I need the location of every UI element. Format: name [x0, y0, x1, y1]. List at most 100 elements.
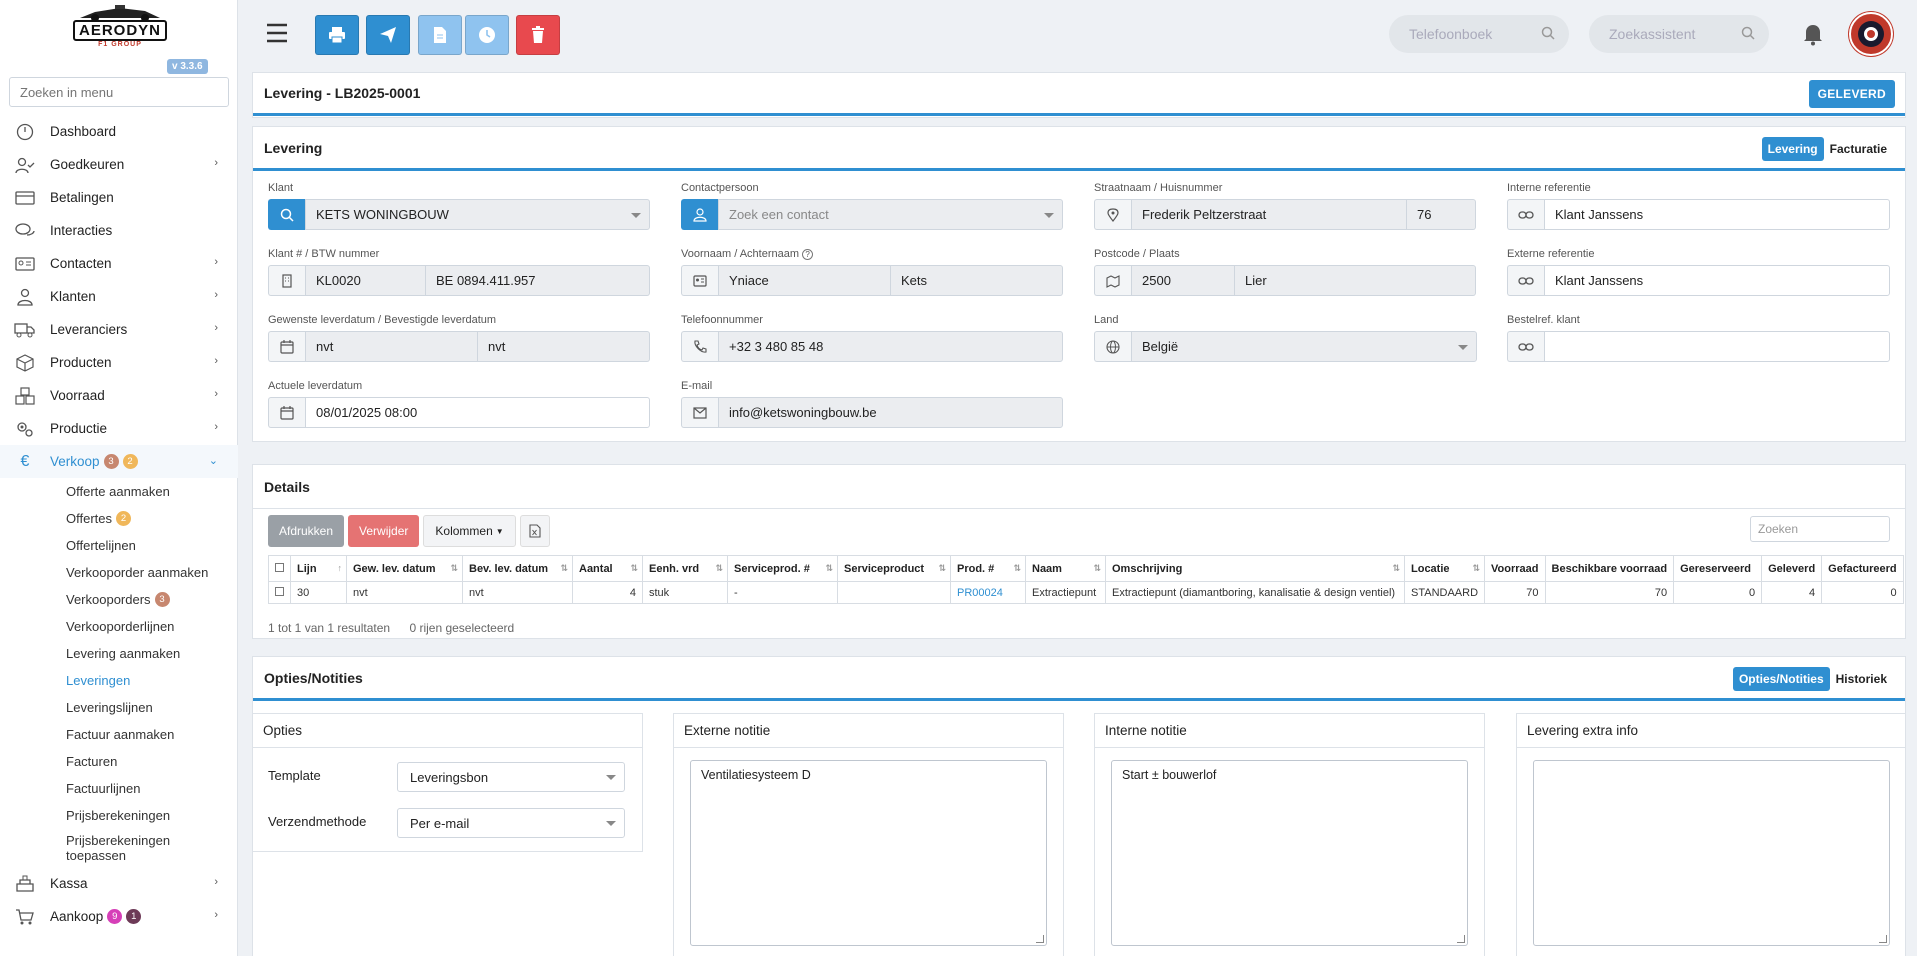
verzendmethode-select[interactable]: Per e-mail: [397, 808, 625, 838]
link-icon: [1507, 199, 1544, 230]
resize-handle-icon[interactable]: [1879, 935, 1887, 943]
submenu-factuur-aanmaken[interactable]: Factuur aanmaken: [66, 721, 238, 748]
document-button[interactable]: [418, 15, 462, 55]
voornaam-input[interactable]: Yniace: [718, 265, 891, 296]
phonebook-search[interactable]: Telefoonboek: [1389, 15, 1569, 53]
submenu-leveringslijnen[interactable]: Leveringslijnen: [66, 694, 238, 721]
submenu-prijsberekeningen-toepassen[interactable]: Prijsberekeningen toepassen: [66, 829, 238, 867]
col-lijn[interactable]: Lijn ↑: [290, 555, 347, 582]
tab-historiek[interactable]: Historiek: [1830, 667, 1893, 691]
submenu-verkooporderlijnen[interactable]: Verkooporderlijnen: [66, 613, 238, 640]
submenu-facturen[interactable]: Facturen: [66, 748, 238, 775]
tab-opties-notities[interactable]: Opties/Notities: [1732, 667, 1830, 691]
email-input[interactable]: info@ketswoningbouw.be: [718, 397, 1063, 428]
print-button[interactable]: [315, 15, 359, 55]
extref-input[interactable]: Klant Janssens: [1544, 265, 1890, 296]
col-voorraad[interactable]: Voorraad: [1484, 555, 1546, 582]
col-aantal[interactable]: Aantal ⇅: [572, 555, 643, 582]
extra-info-textarea[interactable]: [1533, 760, 1890, 946]
user-icon[interactable]: [681, 199, 718, 230]
bell-icon[interactable]: [1802, 22, 1824, 49]
table-search-input[interactable]: Zoeken: [1750, 516, 1890, 542]
plaats-input[interactable]: Lier: [1235, 265, 1476, 296]
col-locatie[interactable]: Locatie ⇅: [1403, 555, 1486, 582]
col-serviceprod-nr[interactable]: Serviceprod. # ⇅: [727, 555, 838, 582]
klantnr-input[interactable]: KL0020: [305, 265, 426, 296]
gewenst-input[interactable]: nvt: [305, 331, 478, 362]
col-gefactureerd[interactable]: Gefactureerd: [1821, 555, 1904, 582]
submenu-verkooporder-aanmaken[interactable]: Verkooporder aanmaken: [66, 559, 238, 586]
achternaam-input[interactable]: Kets: [891, 265, 1063, 296]
submenu-factuurlijnen[interactable]: Factuurlijnen: [66, 775, 238, 802]
sidebar-item-voorraad[interactable]: Voorraad ›: [0, 379, 238, 412]
col-beschikbare-voorraad[interactable]: Beschikbare voorraad: [1544, 555, 1675, 582]
sidebar-item-dashboard[interactable]: Dashboard: [0, 115, 238, 148]
send-button[interactable]: [366, 15, 410, 55]
col-gereserveerd[interactable]: Gereserveerd: [1673, 555, 1763, 582]
help-circle-icon[interactable]: ?: [802, 249, 814, 260]
resize-handle-icon[interactable]: [1457, 935, 1465, 943]
sidebar-item-leveranciers[interactable]: Leveranciers ›: [0, 313, 238, 346]
land-select[interactable]: België: [1131, 331, 1477, 362]
submenu-offertelijnen[interactable]: Offertelijnen: [66, 532, 238, 559]
delete-row-button[interactable]: Verwijder: [348, 515, 420, 547]
interne-notitie-textarea[interactable]: Start ± bouwerlof: [1111, 760, 1468, 946]
sidebar-item-productie[interactable]: Productie ›: [0, 412, 238, 445]
klant-select[interactable]: KETS WONINGBOUW: [305, 199, 650, 230]
col-prod-nr[interactable]: Prod. # ⇅: [950, 555, 1026, 582]
col-geleverd[interactable]: Geleverd: [1761, 555, 1823, 582]
print-table-button[interactable]: Afdrukken: [268, 515, 345, 547]
menu-search-input[interactable]: [9, 77, 229, 107]
template-select[interactable]: Leveringsbon: [397, 762, 625, 792]
search-icon[interactable]: [268, 199, 305, 230]
straat-input[interactable]: Frederik Peltzerstraat: [1131, 199, 1407, 230]
submenu-leveringen[interactable]: Leveringen: [66, 667, 238, 694]
sidebar-item-betalingen[interactable]: Betalingen: [0, 181, 238, 214]
submenu-levering-aanmaken[interactable]: Levering aanmaken: [66, 640, 238, 667]
huisnr-input[interactable]: 76: [1407, 199, 1476, 230]
assistant-search[interactable]: Zoekassistent: [1589, 15, 1769, 53]
columns-button[interactable]: Kolommen ▼: [423, 515, 516, 547]
sidebar-item-goedkeuren[interactable]: Goedkeuren ›: [0, 148, 238, 181]
hamburger-menu-icon[interactable]: [265, 22, 289, 46]
actueel-input[interactable]: 08/01/2025 08:00: [305, 397, 650, 428]
sidebar-item-aankoop[interactable]: Aankoop 9 1 ›: [0, 900, 238, 933]
sidebar-item-producten[interactable]: Producten ›: [0, 346, 238, 379]
contact-select[interactable]: Zoek een contact: [718, 199, 1063, 230]
col-gew-lev-datum[interactable]: Gew. lev. datum ⇅: [346, 555, 463, 582]
table-row[interactable]: 30 nvt nvt 4 stuk - PR00024 Extractiepun…: [268, 581, 1904, 604]
telefoon-input[interactable]: +32 3 480 85 48: [718, 331, 1063, 362]
col-omschrijving[interactable]: Omschrijving ⇅: [1105, 555, 1405, 582]
avatar[interactable]: [1849, 12, 1893, 56]
intref-input[interactable]: Klant Janssens: [1544, 199, 1890, 230]
btw-value: BE 0894.411.957: [436, 273, 536, 288]
sidebar-item-verkoop[interactable]: € Verkoop 3 2 ⌄: [0, 445, 238, 478]
resize-handle-icon[interactable]: [1036, 935, 1044, 943]
submenu-offertes[interactable]: Offertes 2: [66, 505, 238, 532]
submenu-prijsberekeningen[interactable]: Prijsberekeningen: [66, 802, 238, 829]
sidebar-item-kassa[interactable]: Kassa ›: [0, 867, 238, 900]
col-eenh-vrd[interactable]: Eenh. vrd ⇅: [642, 555, 728, 582]
bestelref-input[interactable]: [1544, 331, 1890, 362]
tab-facturatie[interactable]: Facturatie: [1824, 137, 1893, 161]
postcode-input[interactable]: 2500: [1131, 265, 1235, 296]
btw-input[interactable]: BE 0894.411.957: [426, 265, 650, 296]
row-checkbox[interactable]: [268, 581, 291, 604]
history-button[interactable]: [465, 15, 509, 55]
delete-button[interactable]: [516, 15, 560, 55]
col-serviceproduct[interactable]: Serviceproduct ⇅: [837, 555, 951, 582]
col-naam[interactable]: Naam ⇅: [1025, 555, 1106, 582]
sidebar-item-contacten[interactable]: Contacten ›: [0, 247, 238, 280]
submenu-offerte-aanmaken[interactable]: Offerte aanmaken: [66, 478, 238, 505]
select-all-checkbox[interactable]: [268, 555, 291, 582]
cell-prod-nr-link[interactable]: PR00024: [950, 581, 1026, 604]
col-bev-lev-datum[interactable]: Bev. lev. datum ⇅: [462, 555, 573, 582]
externe-notitie-textarea[interactable]: Ventilatiesysteem D: [690, 760, 1047, 946]
status-badge[interactable]: GELEVERD: [1808, 80, 1895, 108]
export-excel-button[interactable]: [519, 515, 550, 547]
sidebar-item-klanten[interactable]: Klanten ›: [0, 280, 238, 313]
submenu-verkooporders[interactable]: Verkooporders 3: [66, 586, 238, 613]
bevestigd-input[interactable]: nvt: [478, 331, 650, 362]
sidebar-item-interacties[interactable]: Interacties: [0, 214, 238, 247]
tab-levering[interactable]: Levering: [1761, 137, 1824, 161]
